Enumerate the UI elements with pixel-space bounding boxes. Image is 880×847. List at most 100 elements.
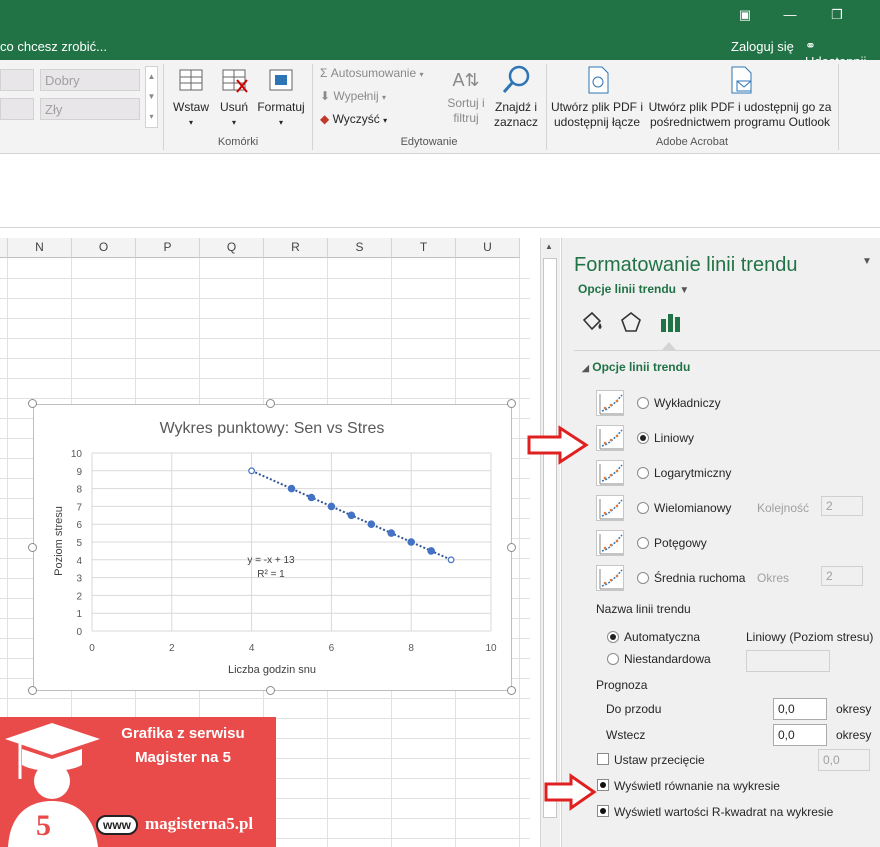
resize-handle[interactable] [28, 686, 37, 695]
intercept-checkbox[interactable] [597, 753, 609, 765]
y-tick-label: 4 [76, 556, 82, 567]
create-pdf-outlook-button[interactable]: Utwórz plik PDF i udostępnij go za pośre… [645, 64, 835, 130]
y-tick-label: 10 [71, 449, 83, 460]
backward-input[interactable]: 0,0 [773, 724, 827, 746]
trend-r2[interactable]: R² = 1 [257, 569, 285, 580]
resize-handle[interactable] [507, 686, 516, 695]
scroll-thumb[interactable] [543, 258, 557, 818]
style-neutral[interactable] [0, 69, 34, 91]
trendline-options-tab[interactable] [658, 310, 682, 337]
data-point[interactable] [447, 556, 455, 564]
column-header-r[interactable]: R [264, 238, 328, 258]
trend-option-5[interactable]: Średnia ruchoma Okres 2 [596, 565, 880, 595]
trend-option-radio[interactable] [637, 432, 649, 444]
insert-cells-button[interactable]: Wstaw ▾ [170, 64, 212, 130]
resize-handle[interactable] [28, 543, 37, 552]
sort-filter-button[interactable]: A⇅ Sortuj i filtruj [444, 64, 488, 126]
signin-link[interactable]: Zaloguj się [731, 39, 794, 54]
style-neutral-2[interactable] [0, 98, 34, 120]
data-point[interactable] [307, 493, 316, 502]
chevron-down-icon: ▾ [419, 70, 424, 79]
trend-option-radio[interactable] [637, 467, 649, 479]
data-point[interactable] [287, 484, 296, 493]
trend-option-label: Logarytmiczny [654, 466, 732, 480]
title-bar: ▣ — ❐ [0, 0, 880, 34]
data-point[interactable] [367, 520, 376, 529]
scroll-up-icon[interactable]: ▲ [545, 242, 553, 251]
trend-option-3[interactable]: Wielomianowy Kolejność 2 [596, 495, 880, 525]
resize-handle[interactable] [266, 399, 275, 408]
resize-handle[interactable] [507, 399, 516, 408]
auto-name-label: Automatyczna [624, 630, 701, 644]
auto-name-radio[interactable] [607, 631, 619, 643]
chevron-down-icon: ▼ [679, 285, 690, 296]
column-header-o[interactable]: O [72, 238, 136, 258]
find-select-button[interactable]: Znajdź i zaznacz [490, 64, 542, 130]
trend-option-0[interactable]: Wykładniczy [596, 390, 880, 420]
data-point[interactable] [427, 547, 435, 555]
format-cells-button[interactable]: Formatuj ▾ [255, 64, 307, 130]
trend-option-radio[interactable] [637, 502, 649, 514]
resize-handle[interactable] [28, 399, 37, 408]
data-point[interactable] [387, 529, 396, 537]
trend-option-4[interactable]: Potęgowy [596, 530, 880, 560]
trend-option-extra-input[interactable]: 2 [821, 496, 863, 516]
chevron-down-icon: ▾ [188, 118, 193, 127]
ribbon-display-icon[interactable]: ▣ [730, 0, 760, 30]
create-pdf-share-link-button[interactable]: Utwórz plik PDF i udostępnij łącze [550, 64, 644, 130]
data-point[interactable] [347, 511, 356, 520]
x-tick-label: 4 [249, 643, 255, 654]
autosum-button[interactable]: Σ Autosumowanie ▾ [320, 66, 424, 80]
trend-equation[interactable]: y = -x + 13 [247, 555, 295, 566]
trend-option-1[interactable]: Liniowy [596, 425, 880, 455]
fill-button[interactable]: ⬇ Wypełnij ▾ [320, 89, 386, 103]
trend-option-2[interactable]: Logarytmiczny [596, 460, 880, 490]
column-header-n[interactable]: N [8, 238, 72, 258]
trend-option-extra-input[interactable]: 2 [821, 566, 863, 586]
styles-scroll[interactable]: ▲ ▼ ▾ [145, 66, 158, 128]
section-header[interactable]: ◢ Opcje linii trendu [582, 360, 690, 374]
tell-me-input[interactable]: co chcesz zrobić... [0, 39, 107, 54]
y-tick-label: 8 [76, 485, 82, 496]
custom-name-input[interactable] [746, 650, 830, 672]
minimize-button[interactable]: — [775, 0, 805, 30]
column-header-q[interactable]: Q [200, 238, 264, 258]
column-header-p[interactable]: P [136, 238, 200, 258]
trend-option-radio[interactable] [637, 572, 649, 584]
intercept-input[interactable]: 0,0 [818, 749, 870, 771]
trend-option-extra-label: Kolejność [757, 501, 810, 515]
show-r2-checkbox[interactable] [597, 805, 609, 817]
trend-option-label: Liniowy [654, 431, 695, 445]
style-bad[interactable]: Zły [40, 98, 140, 120]
show-equation-checkbox[interactable] [597, 779, 609, 791]
fill-line-tab[interactable] [580, 310, 604, 337]
data-point[interactable] [248, 467, 256, 475]
column-header-s[interactable]: S [328, 238, 392, 258]
trend-option-radio[interactable] [637, 537, 649, 549]
sort-label: Sortuj i [447, 96, 485, 110]
column-header-partial[interactable] [0, 238, 8, 258]
grid-row-line [0, 318, 530, 319]
y-tick-label: 3 [76, 574, 82, 585]
effects-tab[interactable] [619, 310, 643, 337]
resize-handle[interactable] [266, 686, 275, 695]
plot-gridlines [91, 452, 492, 632]
pane-subtitle-dropdown[interactable]: Opcje linii trendu ▼ [578, 282, 689, 296]
trend-type-icon [596, 565, 624, 591]
clear-button[interactable]: ◆ Wyczyść ▾ [320, 112, 387, 126]
delete-cells-button[interactable]: Usuń ▾ [214, 64, 254, 130]
forward-input[interactable]: 0,0 [773, 698, 827, 720]
restore-button[interactable]: ❐ [822, 0, 852, 30]
column-header-u[interactable]: U [456, 238, 520, 258]
pane-options-icon[interactable]: ▼ [862, 256, 872, 267]
column-header-t[interactable]: T [392, 238, 456, 258]
resize-handle[interactable] [507, 543, 516, 552]
tab-divider [574, 350, 880, 351]
scatter-chart[interactable]: Wykres punktowy: Sen vs Stres 0 1 2 3 4 5 6 7 8 9… [33, 404, 512, 691]
trend-option-radio[interactable] [637, 397, 649, 409]
vertical-scrollbar[interactable]: ▲ [540, 238, 560, 847]
data-point[interactable] [407, 538, 416, 546]
custom-name-radio[interactable] [607, 653, 619, 665]
data-point[interactable] [327, 502, 336, 511]
style-good[interactable]: Dobry [40, 69, 140, 91]
